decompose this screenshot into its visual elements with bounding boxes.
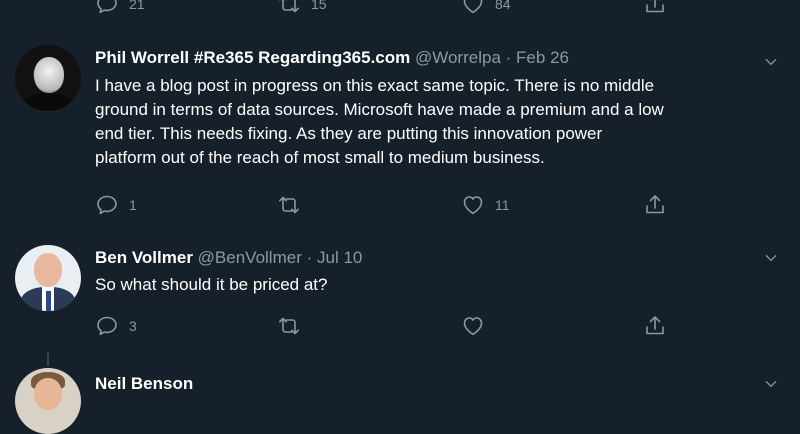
chevron-down-icon[interactable] <box>763 376 779 392</box>
handle[interactable]: @Worrelpa <box>415 48 501 67</box>
reply-icon <box>95 193 119 217</box>
reply-icon <box>95 314 119 338</box>
chevron-down-icon[interactable] <box>763 250 779 266</box>
tweet-text-line: platform out of the reach of most small … <box>95 148 545 167</box>
like-icon <box>461 0 485 16</box>
retweet-icon <box>277 193 301 217</box>
share-icon <box>643 193 667 217</box>
avatar[interactable] <box>15 368 81 434</box>
retweet-action[interactable]: 15 <box>277 0 327 16</box>
handle[interactable]: @BenVollmer <box>198 248 302 267</box>
tweet-text-line: end tier. This needs fixing. As they are… <box>95 124 603 143</box>
thread-line <box>47 352 49 366</box>
share-action[interactable] <box>643 0 667 16</box>
display-name[interactable]: Ben Vollmer <box>95 248 193 267</box>
tweet-text-line: I have a blog post in progress on this e… <box>95 76 655 95</box>
separator: · <box>505 48 512 67</box>
share-icon <box>643 0 667 16</box>
like-action[interactable]: 11 <box>461 193 510 217</box>
retweet-icon <box>277 314 301 338</box>
retweet-count: 15 <box>311 0 327 12</box>
tweet-header: Ben Vollmer @BenVollmer · Jul 10 <box>95 248 362 268</box>
retweet-action[interactable] <box>277 314 311 338</box>
retweet-action[interactable] <box>277 193 311 217</box>
tweet-text-line: So what should it be priced at? <box>95 275 328 294</box>
reply-count: 1 <box>129 197 137 213</box>
separator: · <box>306 248 313 267</box>
share-icon <box>643 314 667 338</box>
tweet-text: So what should it be priced at? <box>95 273 785 297</box>
avatar[interactable] <box>15 45 81 111</box>
share-action[interactable] <box>643 193 667 217</box>
reply-action[interactable]: 21 <box>95 0 145 16</box>
avatar[interactable] <box>15 245 81 311</box>
timestamp[interactable]: Feb 26 <box>516 48 569 67</box>
tweet-text: I have a blog post in progress on this e… <box>95 74 785 170</box>
like-count: 84 <box>495 0 511 12</box>
chevron-down-icon[interactable] <box>763 54 779 70</box>
tweet-header: Neil Benson <box>95 374 193 394</box>
like-action[interactable]: 84 <box>461 0 511 16</box>
share-action[interactable] <box>643 314 667 338</box>
like-action[interactable] <box>461 314 495 338</box>
reply-action[interactable]: 3 <box>95 314 137 338</box>
reply-icon <box>95 0 119 16</box>
like-icon <box>461 314 485 338</box>
retweet-icon <box>277 0 301 16</box>
like-icon <box>461 193 485 217</box>
like-count: 11 <box>495 197 510 213</box>
display-name[interactable]: Phil Worrell #Re365 Regarding365.com <box>95 48 410 67</box>
reply-count: 3 <box>129 318 137 334</box>
timestamp[interactable]: Jul 10 <box>317 248 362 267</box>
tweet-text-line: ground in terms of data sources. Microso… <box>95 100 664 119</box>
tweet-header: Phil Worrell #Re365 Regarding365.com @Wo… <box>95 48 569 68</box>
reply-action[interactable]: 1 <box>95 193 137 217</box>
display-name[interactable]: Neil Benson <box>95 374 193 393</box>
reply-count: 21 <box>129 0 145 12</box>
